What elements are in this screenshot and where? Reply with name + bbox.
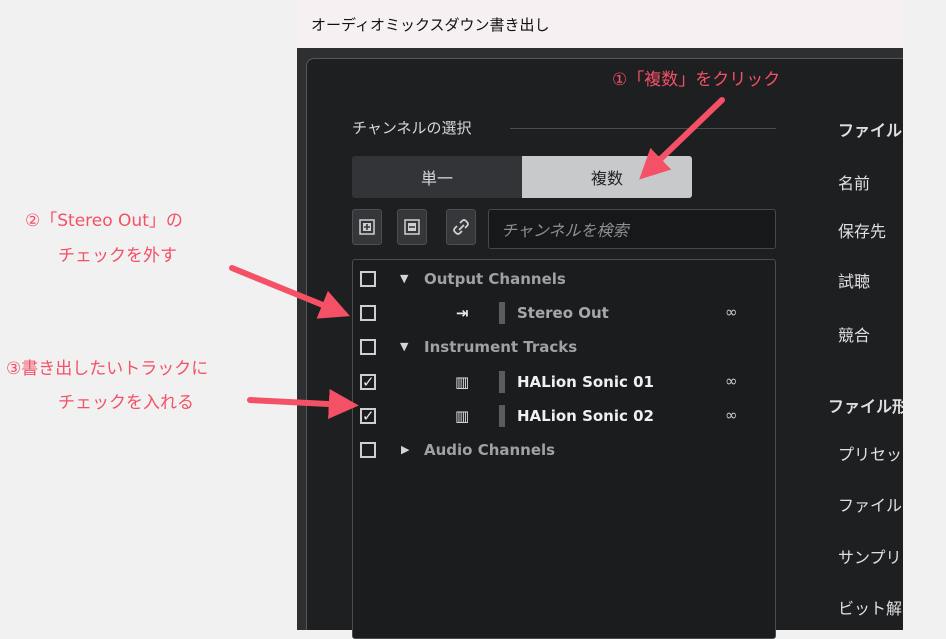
arrow-step1 xyxy=(639,97,725,180)
arrow-step2 xyxy=(229,265,351,319)
annotation-arrows xyxy=(229,97,725,420)
arrow-step3 xyxy=(247,389,359,420)
